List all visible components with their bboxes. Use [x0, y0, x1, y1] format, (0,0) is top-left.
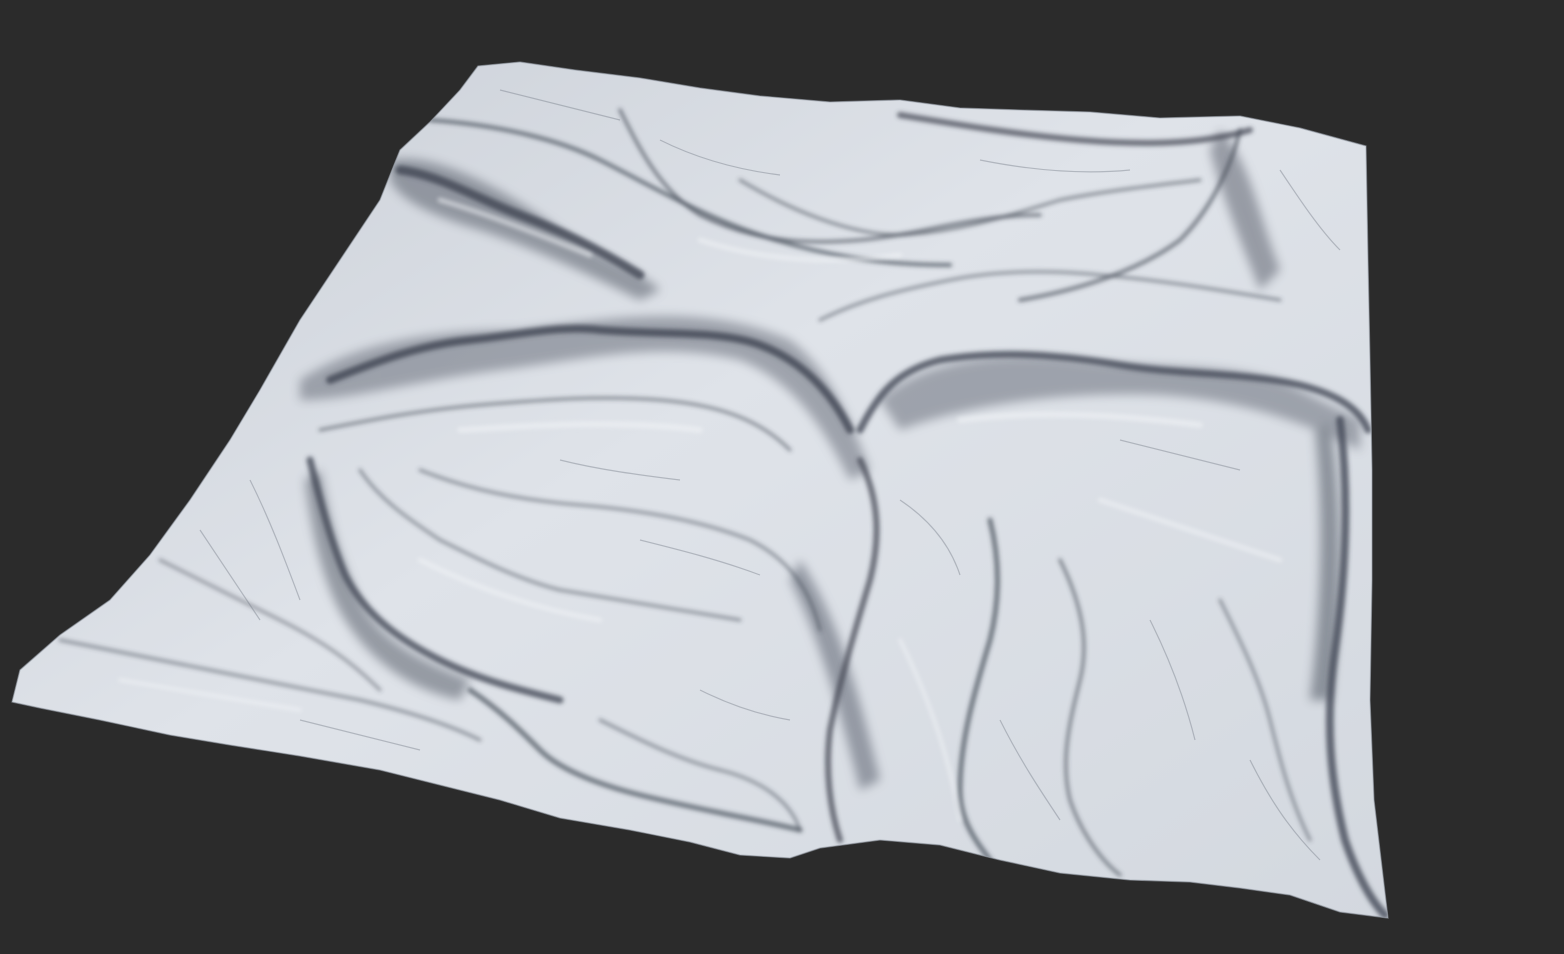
render-viewport	[0, 0, 1564, 954]
terrain-mesh	[11, 61, 1389, 919]
terrain-surface	[12, 62, 1388, 918]
